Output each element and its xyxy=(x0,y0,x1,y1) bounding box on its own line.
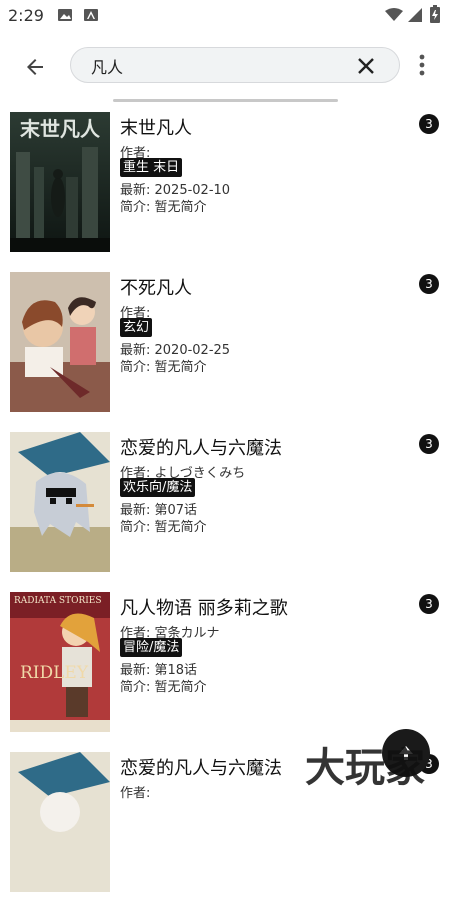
source-count-badge: 3 xyxy=(419,594,439,614)
cover-title-text: RADIATA STORIES xyxy=(14,596,102,606)
arrow-back-icon xyxy=(27,59,43,75)
font-app-icon xyxy=(84,9,98,21)
comic-tags: 欢乐向/魔法 xyxy=(120,478,196,497)
arrow-up-icon xyxy=(399,746,413,760)
search-box[interactable] xyxy=(70,47,400,83)
more-options-button[interactable] xyxy=(412,50,432,80)
comic-intro: 简介: 暂无简介 xyxy=(120,680,207,695)
comic-intro: 简介: 暂无简介 xyxy=(120,360,207,375)
status-bar: 2:29 xyxy=(0,0,450,30)
comic-tags: 玄幻 xyxy=(120,318,153,337)
source-count-badge: 3 xyxy=(419,434,439,454)
status-time: 2:29 xyxy=(8,6,44,25)
comic-title: 恋爱的凡人与六魔法 xyxy=(120,758,282,779)
cover-logo-text: RIDLEY xyxy=(20,663,89,683)
signal-icon xyxy=(408,8,422,22)
battery-icon xyxy=(430,5,440,23)
cover-image: 末世凡人 xyxy=(10,112,110,252)
comic-intro: 简介: 暂无简介 xyxy=(120,520,207,535)
scroll-top-fab[interactable] xyxy=(382,729,430,777)
image-icon xyxy=(58,9,72,21)
comic-title: 凡人物语 丽多莉之歌 xyxy=(120,598,288,619)
back-button[interactable] xyxy=(18,50,52,84)
cover-title-text: 末世凡人 xyxy=(20,117,101,141)
cover-image xyxy=(10,432,110,572)
clear-search-button[interactable] xyxy=(355,55,377,77)
cover-image xyxy=(10,272,110,412)
wifi-icon xyxy=(385,8,403,21)
list-item[interactable]: 末世凡人 末世凡人 作者: 重生 末日 最新: 2025-02-10 简介: 暂… xyxy=(0,112,450,272)
comic-title: 末世凡人 xyxy=(120,118,192,139)
list-item[interactable]: 恋爱的凡人与六魔法 作者: よしづきくみち 欢乐向/魔法 最新: 第07话 简介… xyxy=(0,432,450,592)
comic-author: 作者: xyxy=(120,786,151,801)
search-input[interactable] xyxy=(89,54,343,78)
comic-tags: 冒险/魔法 xyxy=(120,638,183,657)
list-item[interactable]: RADIATA STORIES RIDLEY 凡人物语 丽多莉之歌 作者: 宮条… xyxy=(0,592,450,752)
close-icon xyxy=(358,58,374,74)
result-list: 末世凡人 末世凡人 作者: 重生 末日 最新: 2025-02-10 简介: 暂… xyxy=(0,112,450,912)
search-toolbar xyxy=(0,30,450,100)
list-item[interactable]: 不死凡人 作者: 玄幻 最新: 2020-02-25 简介: 暂无简介 3 xyxy=(0,272,450,432)
comic-title: 不死凡人 xyxy=(120,278,192,299)
comic-tags: 重生 末日 xyxy=(120,158,183,177)
comic-intro: 简介: 暂无简介 xyxy=(120,200,207,215)
list-item[interactable]: 恋爱的凡人与六魔法 作者: 3 xyxy=(0,752,450,912)
cover-image xyxy=(10,752,110,892)
source-count-badge: 3 xyxy=(419,274,439,294)
comic-title: 恋爱的凡人与六魔法 xyxy=(120,438,282,459)
more-vert-icon xyxy=(419,54,425,76)
scroll-indicator xyxy=(113,99,338,102)
source-count-badge: 3 xyxy=(419,114,439,134)
cover-image: RADIATA STORIES RIDLEY xyxy=(10,592,110,732)
